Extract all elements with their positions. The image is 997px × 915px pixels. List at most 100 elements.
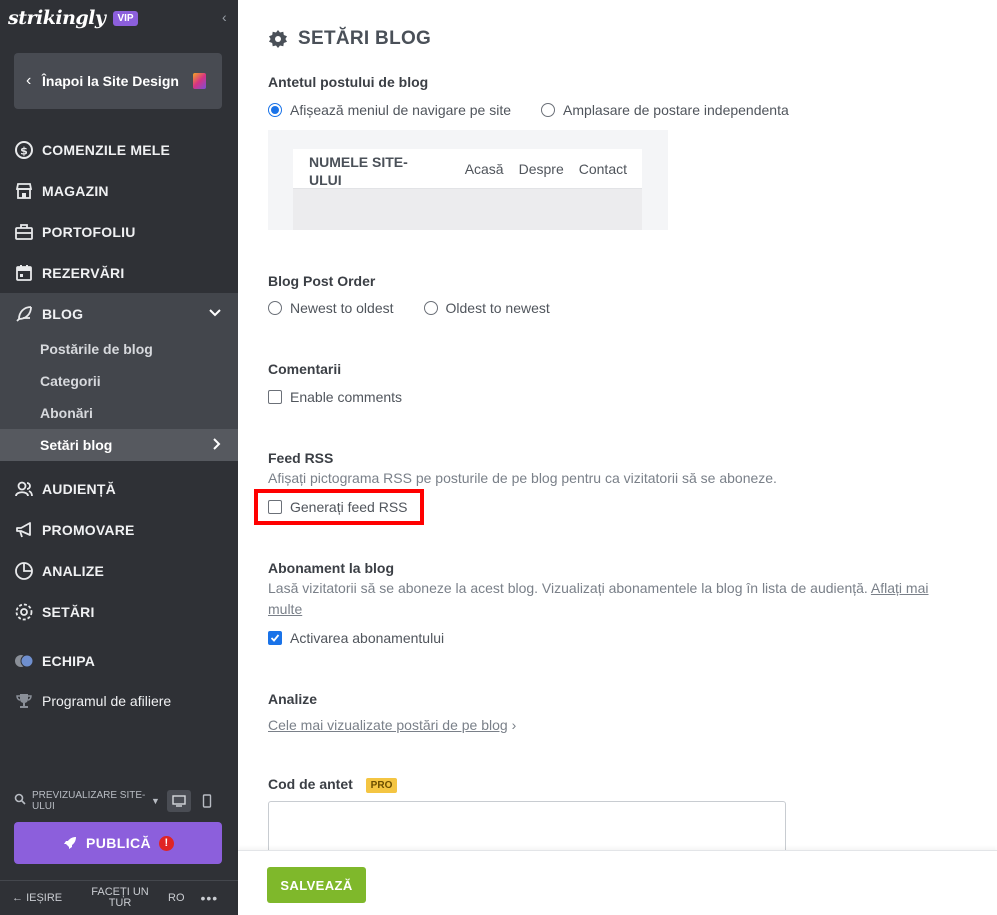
generate-rss-checkbox[interactable] <box>268 500 282 514</box>
sidebar-item-blog[interactable]: BLOG <box>0 293 238 334</box>
radio-newest-first[interactable] <box>268 301 282 315</box>
subscription-option: Activarea abonamentului <box>268 630 444 646</box>
sidebar-item-label: BLOG <box>42 305 84 322</box>
logo-row: strikingly VIP <box>8 6 138 30</box>
sidebar-subitem-blog-settings[interactable]: Setări blog <box>0 429 238 461</box>
most-viewed-posts-link-text[interactable]: Cele mai vizualizate postări de pe blog <box>268 717 508 733</box>
enable-subscription-checkbox[interactable] <box>268 631 282 645</box>
sidebar-item-label: PROMOVARE <box>42 521 135 538</box>
sidebar-item-portfolio[interactable]: PORTOFOLIU <box>0 211 238 252</box>
search-icon <box>14 792 26 810</box>
post-order-options: Newest to oldest Oldest to newest <box>268 300 550 316</box>
subscription-description-text: Lasă vizitatorii să se aboneze la acest … <box>268 580 868 596</box>
back-label: Înapoi la Site Design <box>42 73 179 89</box>
analytics-heading: Analize <box>268 691 318 707</box>
radio-newest-first-label[interactable]: Newest to oldest <box>290 300 394 316</box>
sidebar-item-label: COMENZILE MELE <box>42 141 171 158</box>
header-code-heading-text: Cod de antet <box>268 776 353 792</box>
store-icon <box>14 181 34 201</box>
post-order-heading: Blog Post Order <box>268 273 376 289</box>
publish-alert-badge: ! <box>159 835 175 851</box>
preview-nav-links: Acasă Despre Contact <box>450 161 627 177</box>
radio-oldest-first[interactable] <box>423 301 438 315</box>
briefcase-icon <box>14 222 34 242</box>
header-code-heading: Cod de antet PRO <box>268 776 398 793</box>
sidebar-item-label: MAGAZIN <box>42 182 109 199</box>
sidebar-item-settings[interactable]: SETĂRI <box>0 591 238 632</box>
sidebar-item-team[interactable]: ECHIPA <box>0 640 238 681</box>
calendar-icon <box>14 263 34 283</box>
site-design-icon <box>193 73 206 89</box>
caret-down-icon[interactable]: ▼ <box>151 796 160 806</box>
mobile-preview-button[interactable] <box>195 790 219 812</box>
preview-link-about: Despre <box>518 161 564 177</box>
page-title: SETĂRI BLOG <box>268 26 431 52</box>
publish-button[interactable]: PUBLICĂ ! <box>14 822 222 864</box>
preview-site-name: NUMELE SITE-ULUI <box>309 154 408 188</box>
chevron-right-icon: › <box>511 717 517 733</box>
exit-button[interactable]: ← IEȘIRE <box>12 892 72 904</box>
vip-badge: VIP <box>113 10 138 26</box>
header-preview: NUMELE SITE-ULUI Acasă Despre Contact <box>268 130 668 230</box>
generate-rss-label[interactable]: Generați feed RSS <box>290 499 408 515</box>
mobile-icon <box>202 794 212 808</box>
radio-standalone-post[interactable] <box>541 103 556 117</box>
enable-subscription-label[interactable]: Activarea abonamentului <box>290 630 444 646</box>
comments-option: Enable comments <box>268 389 402 405</box>
sidebar-item-audience[interactable]: AUDIENȚĂ <box>0 468 238 509</box>
sidebar-item-label: REZERVĂRI <box>42 264 125 281</box>
rss-heading: Feed RSS <box>268 450 334 466</box>
radio-show-site-nav[interactable] <box>268 103 282 117</box>
enable-comments-label[interactable]: Enable comments <box>290 389 402 405</box>
header-preview-page: NUMELE SITE-ULUI Acasă Despre Contact <box>293 149 642 230</box>
sidebar-subitem-label: Setări blog <box>40 437 113 453</box>
exit-label: IEȘIRE <box>26 892 63 904</box>
gear-icon <box>14 602 34 622</box>
language-selector[interactable]: RO <box>168 892 185 904</box>
sidebar-item-label: Programul de afiliere <box>42 692 172 709</box>
comments-heading: Comentarii <box>268 361 342 377</box>
radio-show-site-nav-label[interactable]: Afișează meniul de navigare pe site <box>290 102 511 118</box>
sidebar-item-promotion[interactable]: PROMOVARE <box>0 509 238 550</box>
rocket-icon <box>62 835 78 851</box>
gear-icon <box>268 29 288 49</box>
sidebar-item-label: ANALIZE <box>42 562 105 579</box>
save-button[interactable]: SALVEAZĂ <box>267 867 366 903</box>
enable-comments-checkbox[interactable] <box>268 390 282 404</box>
sidebar-item-analytics[interactable]: ANALIZE <box>0 550 238 591</box>
collapse-sidebar-icon[interactable]: ‹ <box>222 9 234 25</box>
back-to-site-design-button[interactable]: ‹ Înapoi la Site Design <box>14 53 222 109</box>
svg-text:$: $ <box>20 144 28 157</box>
publish-label: PUBLICĂ <box>85 835 152 851</box>
sidebar-subitem-posts[interactable]: Postările de blog <box>0 333 238 365</box>
blog-settings-panel: SETĂRI BLOG Antetul postului de blog Afi… <box>238 0 997 915</box>
trophy-icon <box>14 691 34 711</box>
arrow-left-icon: ← <box>12 892 27 904</box>
post-header-heading: Antetul postului de blog <box>268 74 429 90</box>
sidebar-subitem-categories[interactable]: Categorii <box>0 365 238 397</box>
radio-standalone-post-label[interactable]: Amplasare de postare independenta <box>563 102 789 118</box>
radio-oldest-first-label[interactable]: Oldest to newest <box>446 300 550 316</box>
site-preview-label[interactable]: PREVIZUALIZARE SITE-ULUI <box>32 790 147 812</box>
subscription-description: Lasă vizitatorii să se aboneze la acest … <box>268 578 958 620</box>
sidebar-item-bookings[interactable]: REZERVĂRI <box>0 252 238 293</box>
take-tour-button[interactable]: FACEȚI UN TUR <box>80 887 160 909</box>
sidebar-item-orders[interactable]: $ COMENZILE MELE <box>0 129 238 170</box>
sidebar-item-affiliate[interactable]: Programul de afiliere <box>0 680 238 721</box>
rss-description: Afișați pictograma RSS pe posturile de p… <box>268 470 777 486</box>
megaphone-icon <box>14 520 34 540</box>
sidebar-subitem-subscriptions[interactable]: Abonări <box>0 397 238 429</box>
strikingly-logo[interactable]: strikingly <box>8 7 106 29</box>
page-title-text: SETĂRI BLOG <box>298 28 432 49</box>
post-header-options: Afișează meniul de navigare pe site Ampl… <box>268 102 789 118</box>
sidebar: strikingly VIP ‹ ‹ Înapoi la Site Design… <box>0 0 238 915</box>
sidebar-item-store[interactable]: MAGAZIN <box>0 170 238 211</box>
blog-submenu: Postările de blog Categorii Abonări Setă… <box>0 333 238 461</box>
sidebar-item-label: PORTOFOLIU <box>42 223 136 240</box>
most-viewed-posts-link[interactable]: Cele mai vizualizate postări de pe blog … <box>268 715 958 736</box>
desktop-preview-button[interactable] <box>166 790 191 812</box>
checkmark-icon <box>270 634 280 642</box>
preview-link-contact: Contact <box>578 161 627 177</box>
sidebar-item-label: AUDIENȚĂ <box>42 480 116 497</box>
more-options-icon[interactable]: ••• <box>201 890 219 906</box>
